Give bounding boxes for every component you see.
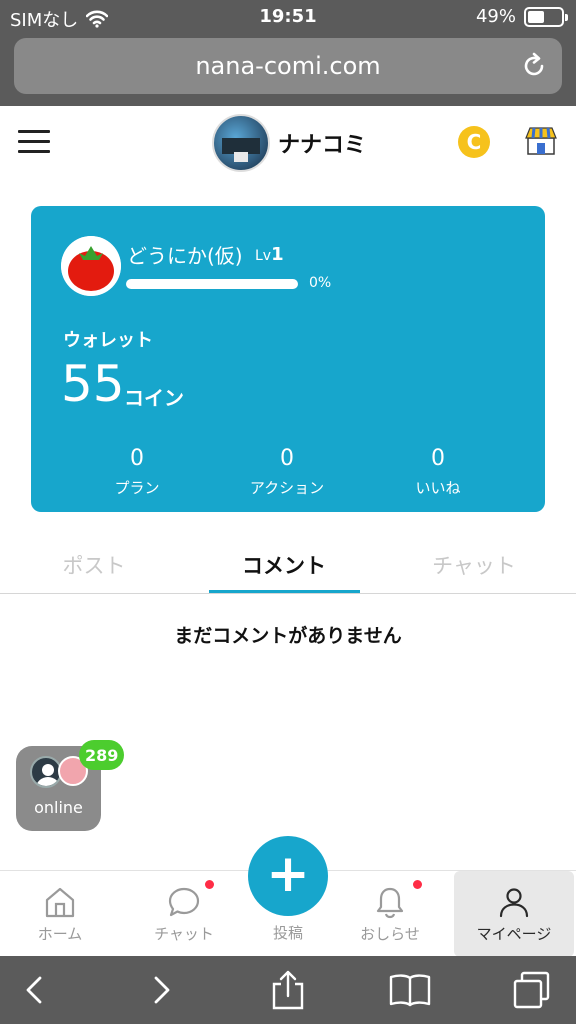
stat-action[interactable]: 0 アクション bbox=[217, 446, 357, 498]
notification-dot bbox=[413, 880, 422, 889]
brand[interactable]: ナナコミ bbox=[212, 114, 366, 172]
shop-icon[interactable] bbox=[524, 124, 558, 158]
coin-icon-letter: C bbox=[466, 130, 482, 154]
chat-notification-dot bbox=[205, 880, 214, 889]
tab-post[interactable]: ポスト bbox=[24, 550, 164, 580]
brand-name: ナナコミ bbox=[278, 133, 367, 158]
chat-icon bbox=[168, 887, 200, 917]
active-tab-indicator bbox=[209, 590, 360, 593]
back-icon[interactable] bbox=[14, 970, 58, 1010]
share-icon[interactable] bbox=[266, 970, 310, 1010]
nav-mypage[interactable]: マイページ bbox=[454, 871, 574, 957]
menu-icon[interactable] bbox=[18, 130, 50, 153]
profile-card: どうにか(仮) Lv1 0% ウォレット 55 コイン 0 プラン 0 アクショ… bbox=[31, 206, 545, 512]
coin-icon[interactable]: C bbox=[458, 126, 490, 158]
post-button-label: 投稿 bbox=[272, 924, 303, 942]
battery-percent: 49% bbox=[475, 6, 516, 27]
nav-notifications[interactable]: おしらせ bbox=[330, 871, 450, 957]
tabs-icon[interactable] bbox=[510, 970, 554, 1010]
user-icon bbox=[499, 888, 529, 918]
empty-state-message: まだコメントがありません bbox=[174, 625, 402, 647]
brand-logo-icon bbox=[212, 114, 270, 172]
tomato-avatar-icon bbox=[61, 236, 121, 296]
level-value: 1 bbox=[271, 244, 284, 265]
browser-address-area: nana-comi.com bbox=[0, 34, 576, 106]
tab-comment[interactable]: コメント bbox=[214, 550, 354, 580]
plus-icon: + bbox=[266, 844, 310, 904]
stat-action-value: 0 bbox=[280, 446, 294, 471]
level-prefix: Lv bbox=[255, 248, 272, 264]
stat-likes[interactable]: 0 いいね bbox=[368, 446, 508, 498]
stat-action-label: アクション bbox=[249, 479, 325, 497]
wallet-label: ウォレット bbox=[63, 330, 153, 351]
avatar[interactable] bbox=[61, 236, 121, 296]
stat-plan[interactable]: 0 プラン bbox=[67, 446, 207, 498]
username: どうにか(仮) bbox=[127, 244, 243, 268]
level-progress-bar bbox=[126, 279, 298, 289]
stat-plan-value: 0 bbox=[130, 446, 144, 471]
url-text: nana-comi.com bbox=[195, 52, 381, 80]
wallet-amount: 55 bbox=[61, 355, 125, 413]
wallet-unit: コイン bbox=[124, 386, 184, 410]
reload-icon[interactable] bbox=[520, 52, 548, 80]
home-icon bbox=[45, 887, 75, 918]
forward-icon[interactable] bbox=[138, 970, 182, 1010]
stat-plan-label: プラン bbox=[114, 479, 160, 497]
content-tabs: ポスト コメント チャット bbox=[0, 540, 576, 594]
level-progress-percent: 0% bbox=[309, 275, 332, 291]
bookmarks-icon[interactable] bbox=[388, 970, 432, 1010]
nav-home[interactable]: ホーム bbox=[0, 871, 120, 957]
battery-fill bbox=[528, 10, 544, 23]
battery-icon bbox=[524, 6, 568, 27]
nav-home-label: ホーム bbox=[37, 925, 83, 943]
stat-likes-label: いいね bbox=[415, 479, 461, 497]
post-button[interactable]: + bbox=[248, 836, 328, 916]
status-bar: SIMなし 19:51 49% bbox=[0, 0, 576, 34]
nav-chat-label: チャット bbox=[154, 925, 214, 943]
app-header: ナナコミ C bbox=[0, 106, 576, 178]
nav-notifications-label: おしらせ bbox=[360, 925, 420, 943]
online-label: online bbox=[34, 798, 83, 817]
nav-chat[interactable]: チャット bbox=[124, 871, 244, 957]
tab-chat[interactable]: チャット bbox=[404, 550, 544, 580]
browser-toolbar bbox=[0, 956, 576, 1024]
address-bar[interactable]: nana-comi.com bbox=[14, 38, 562, 94]
bell-icon bbox=[376, 887, 404, 919]
stat-likes-value: 0 bbox=[431, 446, 445, 471]
status-right: 49% bbox=[475, 6, 568, 27]
nav-mypage-label: マイページ bbox=[476, 925, 552, 943]
user-level: Lv1 bbox=[255, 244, 284, 265]
online-count-badge: 289 bbox=[79, 740, 125, 770]
